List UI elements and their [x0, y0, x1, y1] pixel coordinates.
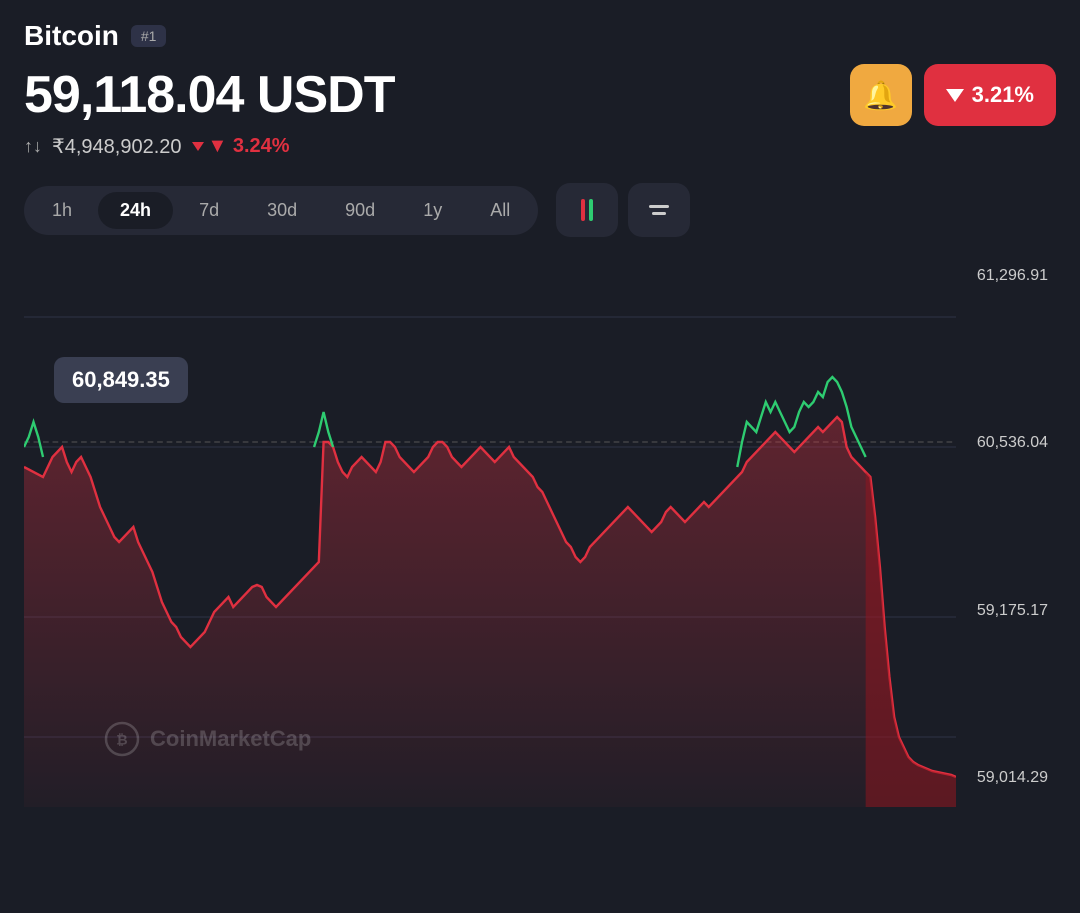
rank-badge: #1: [131, 25, 167, 47]
chart-type-button[interactable]: [556, 183, 618, 237]
chart-area: 61,296.91 60,536.04 59,175.17 59,014.29 …: [24, 247, 1056, 807]
candle-icon: [581, 199, 593, 221]
change-percent-button[interactable]: 3.21%: [924, 64, 1056, 126]
inr-price: ₹4,948,902.20: [52, 134, 182, 159]
filter-button[interactable]: [628, 183, 690, 237]
filter-icon: [649, 205, 669, 215]
small-arrow-down-icon: [192, 142, 204, 151]
chart-price-labels: 61,296.91 60,536.04 59,175.17 59,014.29: [956, 247, 1056, 807]
price-label-mid2: 59,175.17: [956, 602, 1056, 620]
timeframe-7d[interactable]: 7d: [177, 192, 241, 229]
timeframe-1y[interactable]: 1y: [401, 192, 464, 229]
timeframe-24h[interactable]: 24h: [98, 192, 173, 229]
change-percent-label: 3.21%: [972, 82, 1034, 108]
coin-name: Bitcoin: [24, 20, 119, 52]
timeframe-90d[interactable]: 90d: [323, 192, 397, 229]
price-label-high: 61,296.91: [956, 267, 1056, 285]
bell-button[interactable]: 🔔: [850, 64, 912, 126]
timeframe-30d[interactable]: 30d: [245, 192, 319, 229]
updown-icon: ↑↓: [24, 136, 42, 157]
price-label-low: 59,014.29: [956, 769, 1056, 787]
price-label-mid1: 60,536.04: [956, 434, 1056, 452]
timeframe-group: 1h 24h 7d 30d 90d 1y All: [24, 186, 538, 235]
timeframe-all[interactable]: All: [468, 192, 532, 229]
timeframe-1h[interactable]: 1h: [30, 192, 94, 229]
arrow-down-icon: [946, 89, 964, 102]
price-chart: [24, 247, 956, 807]
price-main: 59,118.04 USDT: [24, 65, 394, 125]
bell-icon: 🔔: [863, 79, 898, 112]
change-percent-sub: ▼ 3.24%: [192, 135, 290, 158]
